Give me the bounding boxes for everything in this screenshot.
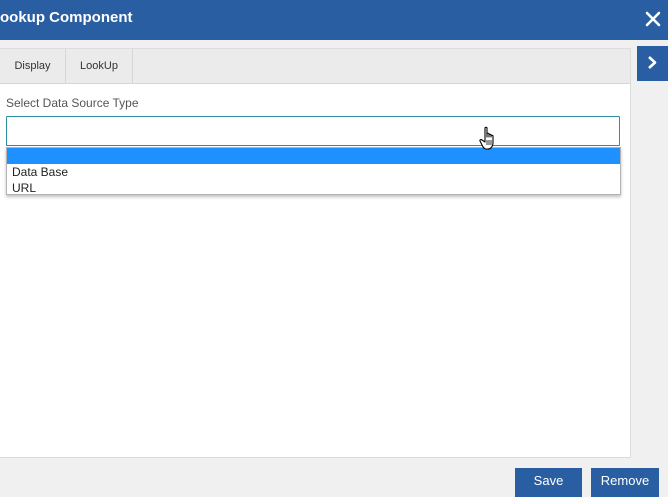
source-type-select[interactable] [6,116,620,146]
dialog-titlebar: ookup Component [0,0,668,40]
save-button[interactable]: Save [515,468,582,497]
close-icon[interactable] [642,7,664,31]
sidebar-toggle-button[interactable] [637,46,668,81]
dropdown-option-empty[interactable] [7,148,620,164]
tab-lookup[interactable]: LookUp [66,49,133,84]
tab-bar: Display LookUp [0,49,630,84]
source-type-dropdown: Data Base URL [6,147,621,195]
chevron-right-icon [648,56,657,69]
source-type-label: Select Data Source Type [6,96,139,110]
dropdown-option-url[interactable]: URL [7,180,620,196]
tab-display[interactable]: Display [0,49,66,84]
dropdown-option-database[interactable]: Data Base [7,164,620,180]
dialog-title: ookup Component [0,9,133,26]
remove-button[interactable]: Remove [591,468,659,497]
hand-cursor-icon [479,126,494,150]
properties-panel: Display LookUp Select Data Source Type D… [0,48,631,458]
